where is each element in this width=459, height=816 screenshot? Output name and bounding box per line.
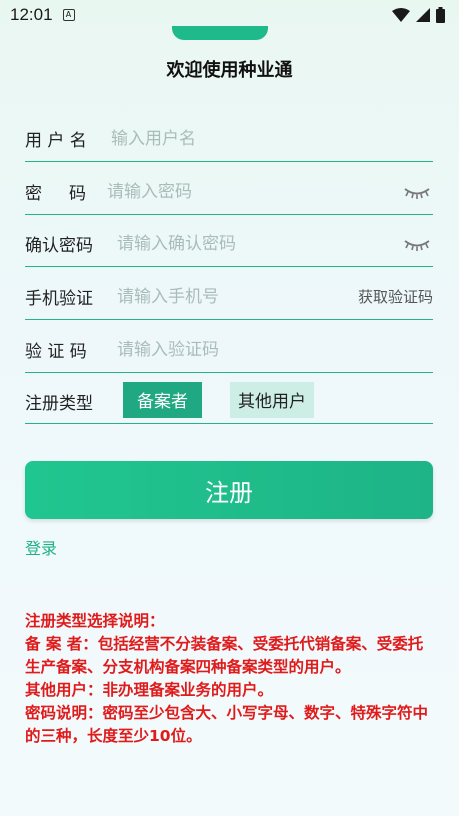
register-type-row: 注册类型 备案者 其他用户 bbox=[25, 380, 433, 424]
signal-icon bbox=[416, 8, 430, 22]
notes-filer: 备 案 者：包括经营不分装备案、受委托代销备案、受委托生产备案、分支机构备案四种… bbox=[25, 635, 424, 676]
get-code-button[interactable]: 获取验证码 bbox=[358, 286, 433, 307]
password-input[interactable] bbox=[107, 181, 403, 202]
notes-password: 密码说明：密码至少包含大、小写字母、数字、特殊字符中的三种，长度至少10位。 bbox=[25, 704, 429, 745]
password-label: 密 码 bbox=[25, 184, 87, 204]
page-title: 欢迎使用种业通 bbox=[166, 60, 293, 81]
username-label: 用 户 名 bbox=[25, 131, 87, 151]
register-notes: 注册类型选择说明： 备 案 者：包括经营不分装备案、受委托代销备案、受委托生产备… bbox=[25, 610, 435, 748]
battery-icon bbox=[436, 7, 445, 23]
confirm-password-label: 确认密码 bbox=[25, 236, 93, 256]
code-input[interactable] bbox=[117, 339, 433, 360]
confirm-password-input[interactable] bbox=[117, 233, 403, 254]
code-row: 验 证 码 bbox=[25, 327, 433, 373]
register-type-label: 注册类型 bbox=[25, 394, 93, 414]
phone-input[interactable] bbox=[117, 286, 358, 307]
a-badge-icon: A bbox=[62, 9, 75, 21]
eye-closed-icon[interactable] bbox=[403, 184, 431, 200]
username-input[interactable] bbox=[111, 128, 433, 149]
type-option-filer[interactable]: 备案者 bbox=[123, 381, 202, 418]
status-time: 12:01 bbox=[10, 5, 53, 24]
type-option-other[interactable]: 其他用户 bbox=[230, 381, 314, 418]
code-label: 验 证 码 bbox=[25, 342, 87, 362]
eye-closed-icon[interactable] bbox=[403, 236, 431, 252]
notes-other: 其他用户：非办理备案业务的用户。 bbox=[25, 681, 274, 699]
wifi-icon bbox=[392, 8, 410, 22]
phone-row: 手机验证 获取验证码 bbox=[25, 274, 433, 320]
login-link[interactable]: 登录 bbox=[25, 535, 57, 559]
status-icons bbox=[392, 7, 445, 23]
notes-heading: 注册类型选择说明： bbox=[25, 612, 165, 630]
password-row: 密 码 bbox=[25, 169, 433, 215]
header-tab-decoration bbox=[172, 26, 268, 40]
register-button[interactable]: 注册 bbox=[25, 461, 433, 519]
username-row: 用 户 名 bbox=[25, 116, 433, 162]
confirm-password-row: 确认密码 bbox=[25, 221, 433, 267]
phone-label: 手机验证 bbox=[25, 289, 93, 309]
